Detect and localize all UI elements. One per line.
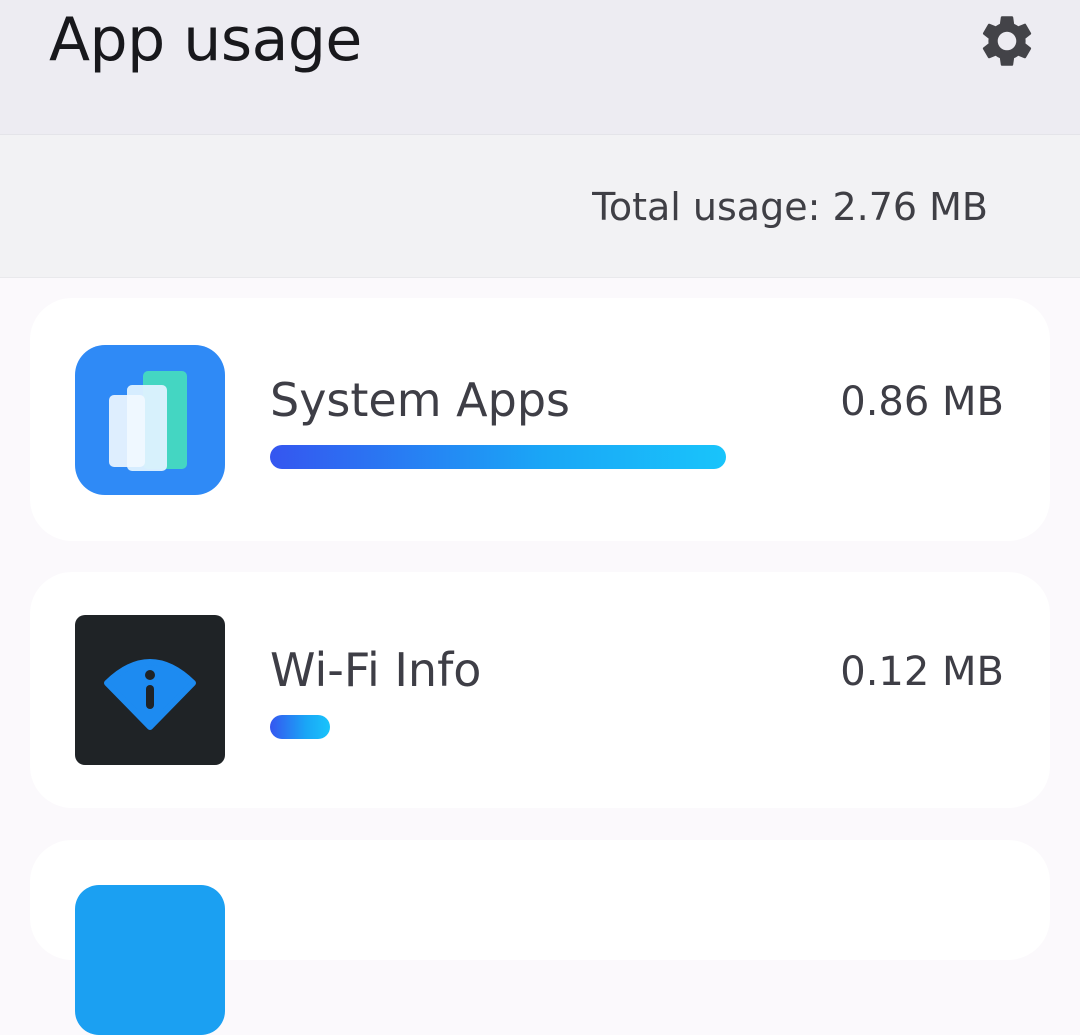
settings-button[interactable] bbox=[972, 6, 1042, 76]
app-card-wifi-info[interactable]: Wi-Fi Info 0.12 MB bbox=[30, 572, 1050, 808]
page-title: App usage bbox=[49, 5, 362, 75]
usage-summary: Total usage: 2.76 MB bbox=[0, 134, 1080, 278]
usage-bar bbox=[270, 715, 330, 739]
app-bar: App usage bbox=[0, 0, 1080, 134]
app-card[interactable] bbox=[30, 840, 1050, 1035]
app-name: System Apps bbox=[270, 373, 570, 427]
system-apps-icon bbox=[75, 345, 225, 495]
total-usage-label: Total usage: 2.76 MB bbox=[592, 185, 988, 229]
wifi-info-icon bbox=[75, 615, 225, 765]
gear-icon bbox=[982, 16, 1032, 66]
app-card-system-apps[interactable]: System Apps 0.86 MB bbox=[30, 298, 1050, 541]
app-name: Wi-Fi Info bbox=[270, 643, 482, 697]
app-icon bbox=[75, 885, 225, 1035]
app-usage-size: 0.86 MB bbox=[840, 379, 1004, 425]
app-usage-size: 0.12 MB bbox=[840, 649, 1004, 695]
usage-bar bbox=[270, 445, 726, 469]
